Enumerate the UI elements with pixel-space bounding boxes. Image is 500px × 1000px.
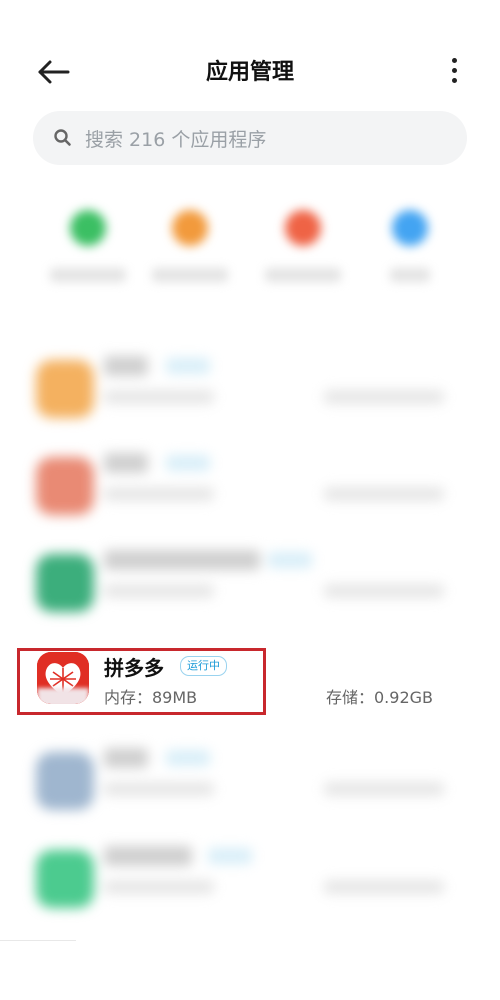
app-icon — [36, 752, 94, 810]
status-badge — [208, 848, 252, 864]
app-storage — [324, 782, 444, 796]
category-item[interactable] — [248, 200, 358, 300]
top-bar: 应用管理 — [0, 40, 500, 104]
app-storage — [324, 487, 444, 501]
app-list-item[interactable] — [0, 740, 500, 838]
app-icon — [36, 457, 94, 515]
app-memory — [104, 880, 214, 894]
search-icon — [53, 128, 73, 148]
app-storage — [324, 584, 444, 598]
status-badge: 运行中 — [180, 656, 227, 676]
app-memory — [104, 584, 214, 598]
app-storage: 存储：0.92GB — [326, 688, 434, 707]
page-title: 应用管理 — [205, 60, 294, 85]
app-list-item[interactable] — [0, 348, 500, 446]
app-icon — [36, 360, 94, 418]
search-placeholder: 搜索 216 个应用程序 — [85, 129, 267, 151]
divider — [0, 940, 76, 941]
app-name — [104, 748, 148, 768]
app-name — [104, 356, 148, 376]
category-item[interactable] — [135, 200, 245, 300]
app-list-item[interactable] — [0, 445, 500, 543]
category-icon — [392, 210, 428, 246]
app-memory: 内存：89MB — [104, 688, 198, 707]
status-badge — [166, 750, 210, 766]
category-icon — [172, 210, 208, 246]
app-name — [104, 453, 148, 473]
pinduoduo-app-icon — [37, 652, 89, 704]
app-name — [104, 846, 192, 866]
category-item[interactable] — [355, 200, 465, 300]
status-badge — [166, 358, 210, 374]
app-memory — [104, 782, 214, 796]
category-row — [0, 200, 500, 310]
app-memory — [104, 487, 214, 501]
category-icon — [70, 210, 106, 246]
app-icon — [36, 850, 94, 908]
app-list-item[interactable] — [0, 838, 500, 936]
app-name — [104, 550, 260, 570]
category-label — [265, 268, 341, 282]
app-memory — [104, 390, 214, 404]
app-name: 拼多多 — [104, 656, 164, 680]
search-input[interactable]: 搜索 216 个应用程序 — [33, 111, 467, 165]
category-item[interactable] — [33, 200, 143, 300]
app-list-item[interactable] — [0, 542, 500, 640]
status-badge — [268, 552, 312, 568]
category-icon — [285, 210, 321, 246]
app-storage — [324, 390, 444, 404]
category-label — [152, 268, 228, 282]
status-badge — [166, 455, 210, 471]
app-icon — [36, 554, 94, 612]
more-vert-icon[interactable] — [448, 58, 460, 88]
category-label — [50, 268, 126, 282]
app-storage — [324, 880, 444, 894]
category-label — [390, 268, 430, 282]
app-list-item-pinduoduo[interactable]: 拼多多 运行中 内存：89MB 存储：0.92GB — [0, 644, 500, 724]
